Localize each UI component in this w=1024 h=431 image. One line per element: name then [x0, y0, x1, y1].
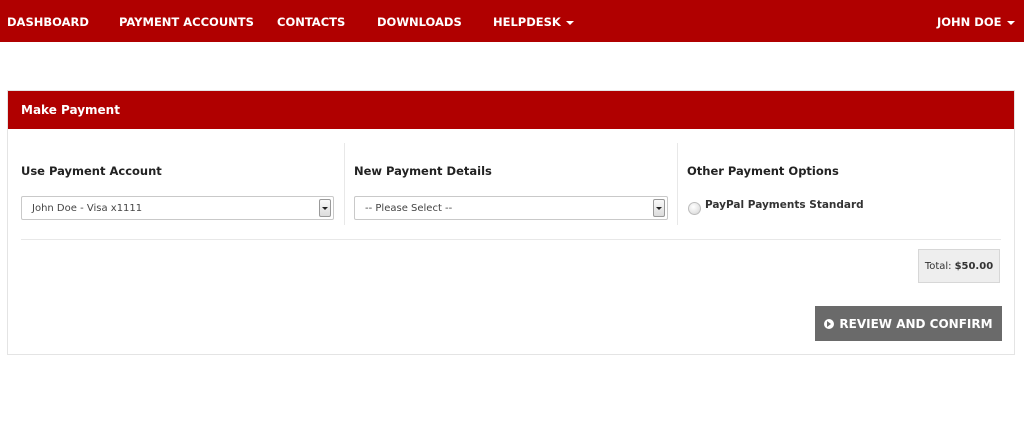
nav-payment-accounts[interactable]: PAYMENT ACCOUNTS	[119, 15, 254, 29]
paypal-radio-label[interactable]: PayPal Payments Standard	[705, 199, 864, 211]
circle-arrow-right-icon	[824, 318, 835, 329]
top-navbar: DASHBOARD PAYMENT ACCOUNTS CONTACTS DOWN…	[0, 0, 1024, 42]
payment-account-select-value: John Doe - Visa x1111	[32, 202, 143, 214]
other-payment-options-title: Other Payment Options	[687, 164, 839, 178]
total-box: Total: $50.00	[918, 249, 1000, 283]
dropdown-arrow-icon	[653, 199, 665, 217]
nav-helpdesk-label: HELPDESK	[493, 15, 561, 29]
nav-dashboard[interactable]: DASHBOARD	[7, 15, 89, 29]
section-divider	[21, 239, 1001, 240]
total-value: $50.00	[954, 260, 994, 272]
nav-user-menu[interactable]: JOHN DOE	[937, 15, 1015, 29]
make-payment-panel: Make Payment Use Payment Account John Do…	[7, 90, 1015, 355]
column-divider	[344, 143, 345, 225]
panel-title: Make Payment	[21, 103, 120, 117]
nav-downloads[interactable]: DOWNLOADS	[377, 15, 462, 29]
new-payment-details-select[interactable]: -- Please Select --	[354, 196, 668, 220]
panel-heading: Make Payment	[8, 91, 1014, 129]
dropdown-arrow-icon	[319, 199, 331, 217]
nav-helpdesk-menu[interactable]: HELPDESK	[493, 15, 574, 29]
chevron-down-icon	[565, 20, 574, 25]
use-payment-account-title: Use Payment Account	[21, 164, 162, 178]
review-and-confirm-label: REVIEW AND CONFIRM	[839, 316, 993, 331]
review-and-confirm-button[interactable]: REVIEW AND CONFIRM	[815, 306, 1002, 341]
new-payment-details-select-value: -- Please Select --	[365, 202, 453, 214]
chevron-down-icon	[1006, 20, 1015, 25]
new-payment-details-title: New Payment Details	[354, 164, 492, 178]
column-divider	[677, 143, 678, 225]
payment-account-select[interactable]: John Doe - Visa x1111	[21, 196, 334, 220]
nav-user-label: JOHN DOE	[937, 15, 1002, 29]
nav-contacts[interactable]: CONTACTS	[277, 15, 345, 29]
total-label: Total:	[924, 260, 952, 272]
paypal-radio[interactable]	[688, 202, 701, 215]
